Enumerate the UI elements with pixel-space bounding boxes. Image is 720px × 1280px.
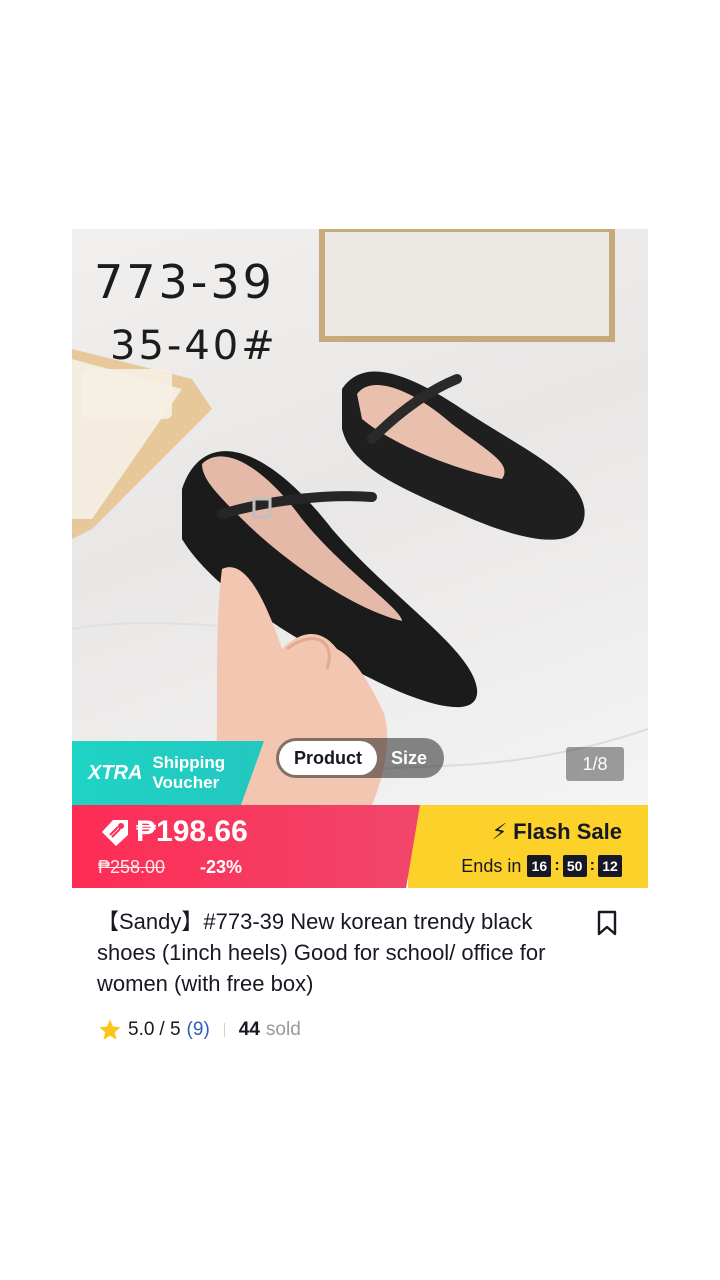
tab-size[interactable]: Size bbox=[377, 741, 441, 775]
rating-count[interactable]: (9) bbox=[187, 1019, 210, 1041]
sku-size-overlay: 35-40# bbox=[110, 323, 278, 369]
sold-label: sold bbox=[265, 1019, 301, 1040]
current-price-value: ₱198.66 bbox=[136, 815, 248, 848]
image-tabs: Product Size bbox=[276, 738, 444, 778]
product-card: 773-39 35-40# XTRA Shipping Voucher Prod… bbox=[72, 229, 648, 888]
original-price: ₱258.00 bbox=[98, 857, 166, 877]
xtra-text: Shipping Voucher bbox=[152, 753, 225, 793]
tag-icon bbox=[102, 820, 128, 846]
countdown: Ends in 16 : 50 : 12 bbox=[461, 855, 622, 877]
sold-count: 44 bbox=[238, 1019, 260, 1040]
xtra-line1: Shipping bbox=[152, 753, 226, 772]
timer-hours: 16 bbox=[527, 855, 552, 877]
timer-minutes: 50 bbox=[562, 855, 587, 877]
flash-sale-panel: ⚡ Flash Sale Ends in 16 : 50 : 12 bbox=[408, 805, 648, 888]
bolt-icon: ⚡ bbox=[491, 819, 508, 844]
rating-score: 5.0 bbox=[128, 1019, 155, 1040]
image-counter: 1/8 bbox=[566, 747, 624, 781]
price-bar: ⚡ Flash Sale Ends in 16 : 50 : 12 ₱198.6… bbox=[72, 805, 648, 888]
rating-scale: / 5 bbox=[159, 1019, 181, 1040]
discount-badge: -23% bbox=[200, 857, 243, 877]
timer-seconds: 12 bbox=[598, 855, 622, 877]
product-image[interactable]: 773-39 35-40# XTRA Shipping Voucher Prod… bbox=[72, 229, 648, 805]
flash-sale-title: ⚡ Flash Sale bbox=[492, 819, 622, 845]
current-price: ₱198.66 bbox=[98, 815, 248, 849]
ends-in-label: Ends in bbox=[461, 855, 522, 876]
divider bbox=[223, 1023, 225, 1037]
shoe-photo bbox=[72, 229, 648, 805]
xtra-line2: Voucher bbox=[152, 773, 220, 792]
rating-row[interactable]: 5.0 / 5 (9) 44 sold bbox=[98, 1018, 301, 1042]
xtra-logo: XTRA bbox=[88, 761, 143, 784]
price-panel: ₱198.66 ₱258.00 -23% bbox=[72, 805, 420, 888]
flash-sale-label: Flash Sale bbox=[513, 819, 622, 844]
tab-product[interactable]: Product bbox=[279, 741, 377, 775]
sku-code-overlay: 773-39 bbox=[94, 255, 275, 309]
star-icon bbox=[99, 1019, 121, 1040]
bookmark-icon[interactable] bbox=[596, 910, 618, 936]
xtra-shipping-voucher-badge[interactable]: XTRA Shipping Voucher bbox=[72, 741, 264, 805]
product-title: 【Sandy】#773-39 New korean trendy black s… bbox=[97, 909, 546, 996]
